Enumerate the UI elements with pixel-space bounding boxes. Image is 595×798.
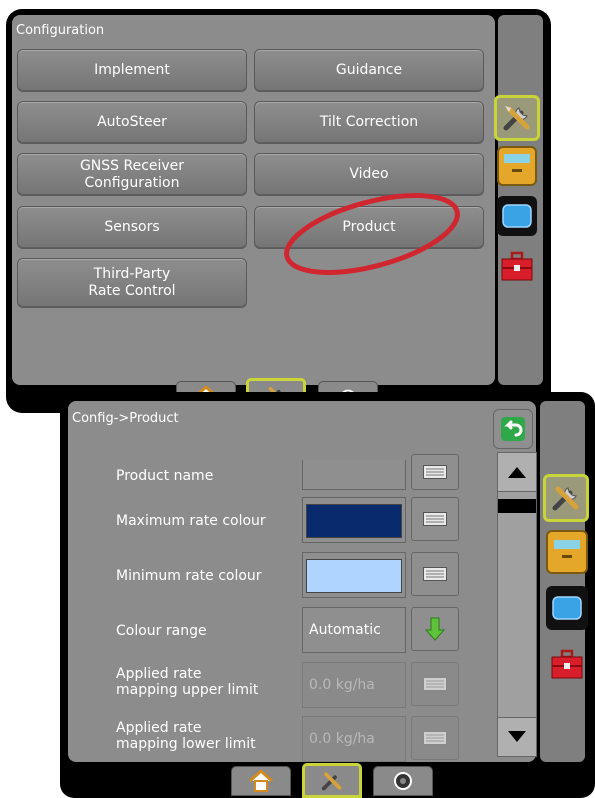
sensors-button[interactable]: Sensors [17,206,247,249]
implement-button[interactable]: Implement [17,49,247,92]
home-tab[interactable] [231,766,291,796]
back-button[interactable] [493,409,533,449]
minimum-rate-colour-swatch [306,559,402,593]
colour-range-dropdown-button[interactable] [411,607,459,651]
tools-icon[interactable] [494,95,540,141]
configuration-panel: Configuration Implement Guidance AutoSte… [6,9,551,413]
product-name-field[interactable] [302,460,406,490]
colour-range-label: Colour range [116,623,207,639]
applied-rate-lower-limit-field: 0.0 kg/ha [302,716,406,762]
scroll-down-button[interactable] [497,717,537,757]
product-side-toolbar [540,401,585,762]
maximum-rate-colour-swatch [306,504,402,538]
tilt-correction-button[interactable]: Tilt Correction [254,101,484,144]
applied-rate-lower-limit-keyboard-button [411,716,459,760]
product-title: Config->Product [72,411,179,426]
scroll-up-button[interactable] [497,452,537,492]
applied-rate-lower-limit-label: Applied rate mapping lower limit [116,720,256,752]
configuration-title: Configuration [16,23,105,38]
maximum-rate-colour-label: Maximum rate colour [116,513,266,529]
gnss-receiver-configuration-button[interactable]: GNSS Receiver Configuration [17,153,247,196]
tools-icon[interactable] [543,474,589,522]
scrollbar-track[interactable] [497,452,537,757]
maximum-rate-colour-keyboard-button[interactable] [411,497,459,541]
applied-rate-upper-limit-keyboard-button [411,662,459,706]
console-icon[interactable] [497,146,537,186]
third-party-rate-control-button[interactable]: Third-Party Rate Control [17,258,247,308]
screen-icon[interactable] [546,586,588,630]
product-name-label: Product name [116,468,214,484]
camera-tab[interactable] [373,766,433,796]
tools-tab[interactable] [302,763,362,798]
minimum-rate-colour-label: Minimum rate colour [116,568,262,584]
applied-rate-upper-limit-label: Applied rate mapping upper limit [116,666,259,698]
toolbox-icon[interactable] [497,246,537,286]
scroll-thumb[interactable] [498,499,536,513]
toolbox-icon[interactable] [546,642,588,686]
guidance-button[interactable]: Guidance [254,49,484,92]
product-name-keyboard-button[interactable] [411,454,459,490]
minimum-rate-colour-keyboard-button[interactable] [411,552,459,596]
screen-icon[interactable] [497,196,537,236]
console-icon[interactable] [546,530,588,574]
colour-range-select[interactable]: Automatic [302,607,406,653]
autosteer-button[interactable]: AutoSteer [17,101,247,144]
highlight-ellipse [284,193,460,275]
applied-rate-upper-limit-field: 0.0 kg/ha [302,662,406,708]
